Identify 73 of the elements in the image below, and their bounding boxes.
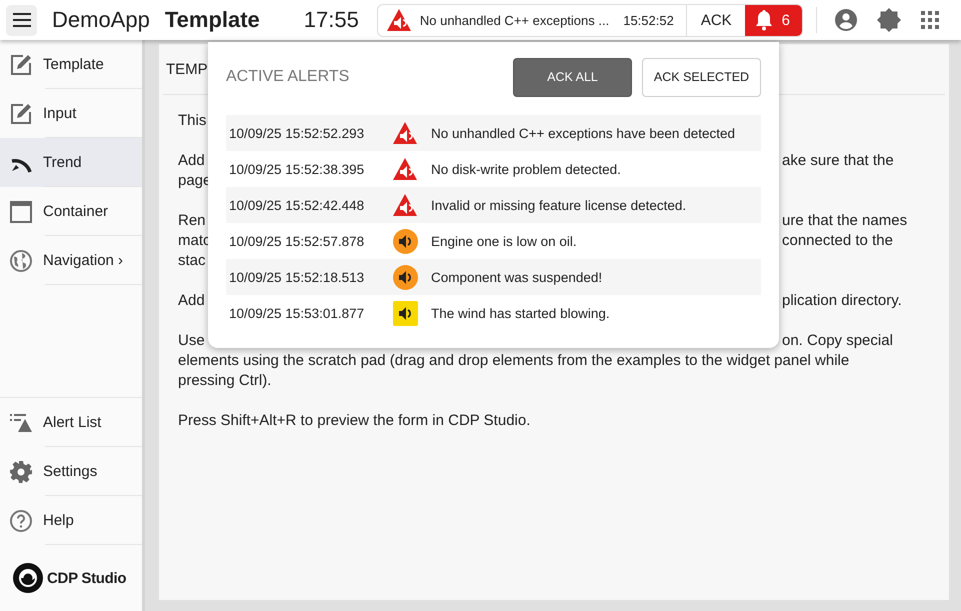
nav-item[interactable]: Alert List — [0, 398, 142, 447]
body-text: plication directory. — [782, 291, 902, 311]
page-title: Template — [164, 7, 260, 33]
alert-time: 10/09/25 15:52:42.448 — [228, 198, 366, 212]
speaker-circle-icon — [392, 228, 418, 254]
edit-icon — [10, 102, 32, 124]
banner-message: No unhandled C++ exceptions ... — [420, 12, 610, 28]
alert-time: 10/09/25 15:53:01.877 — [228, 306, 366, 320]
alert-list-icon — [10, 412, 32, 432]
globe-icon — [10, 250, 32, 272]
banner-time: 15:52:52 — [623, 12, 674, 28]
nav-item[interactable]: Navigation › — [0, 236, 142, 285]
alert-time: 10/09/25 15:52:38.395 — [228, 162, 366, 176]
alert-row[interactable]: 10/09/25 15:52:57.878 Engine one is low on oil. — [226, 223, 761, 259]
alert-time: 10/09/25 15:52:18.513 — [228, 270, 366, 284]
logo-icon — [13, 563, 43, 593]
logo-text: CDP Studio — [47, 570, 126, 586]
body-text: pressing Ctrl). — [178, 372, 272, 389]
body-text: on. Copy special — [782, 331, 893, 351]
body-text: Ren — [178, 211, 206, 231]
nav-item[interactable]: Settings — [0, 447, 142, 496]
speaker-circle-icon — [392, 264, 418, 290]
clock: 17:55 — [304, 7, 359, 33]
ack-selected-button[interactable]: ACK SELECTED — [642, 58, 761, 96]
help-icon — [10, 510, 32, 532]
alarm-triangle-icon — [392, 157, 418, 181]
alert-row[interactable]: 10/09/25 15:52:42.448 Invalid or missing feature license detected. — [226, 187, 761, 223]
alert-message: The wind has started blowing. — [431, 306, 610, 320]
alert-row[interactable]: 10/09/25 15:52:18.513 Component was suspended! — [226, 259, 761, 295]
alert-time: 10/09/25 15:52:57.878 — [228, 234, 366, 248]
body-text: ure that the names — [782, 211, 908, 231]
edit-icon — [10, 54, 32, 76]
body-text: elements using the scratch pad (drag and drop elements from the examples to the widget panel while — [178, 352, 850, 369]
menu-button[interactable] — [6, 4, 37, 36]
nav-item[interactable]: Help — [0, 496, 142, 545]
menu-icon — [12, 13, 30, 27]
alarm-triangle-icon — [392, 121, 418, 145]
body-text: Use — [178, 331, 205, 351]
body-text: Add — [178, 291, 205, 311]
alert-row[interactable]: 10/09/25 15:52:38.395 No disk-write problem detected. — [226, 151, 761, 187]
alert-message: Engine one is low on oil. — [431, 234, 577, 248]
nav-item[interactable]: Container — [0, 187, 142, 236]
body-text: connected to the — [782, 231, 893, 251]
body-text: stac — [178, 252, 206, 269]
settings-icon — [10, 460, 32, 482]
nav-item[interactable]: Template — [0, 40, 142, 89]
alert-message: No disk-write problem detected. — [431, 162, 621, 176]
body-text: Press Shift+Alt+R to preview the form in CDP Studio. — [178, 412, 530, 429]
alert-time: 10/09/25 15:52:52.293 — [228, 126, 366, 140]
alarm-triangle-icon — [392, 193, 418, 217]
card-title: TEMP — [166, 60, 208, 78]
account-icon[interactable] — [835, 9, 858, 31]
alert-banner[interactable]: No unhandled C++ exceptions ... 15:52:52 ACK 6 — [376, 4, 804, 36]
brightness-icon[interactable] — [877, 8, 902, 32]
alarm-triangle-icon — [386, 8, 412, 32]
nav-item[interactable]: Input — [0, 89, 142, 138]
body-text: This — [178, 112, 206, 129]
body-text: ake sure that the — [782, 151, 894, 171]
body-text: Add — [178, 151, 205, 171]
popup-title: ACTIVE ALERTS — [226, 68, 350, 86]
alert-message: Invalid or missing feature license detected. — [431, 198, 686, 212]
alert-count-button[interactable]: 6 — [744, 4, 802, 36]
bell-icon — [754, 9, 774, 31]
alert-row[interactable]: 10/09/25 15:52:52.293 No unhandled C++ exceptions have been detected — [226, 115, 761, 151]
window-icon — [10, 200, 32, 222]
alert-message: Component was suspended! — [431, 270, 602, 284]
nav-item[interactable]: Trend — [0, 138, 142, 187]
ack-all-button[interactable]: ACK ALL — [513, 58, 632, 96]
speaker-square-icon — [392, 300, 418, 326]
apps-grid-icon[interactable] — [921, 11, 940, 29]
app-name: DemoApp — [52, 7, 150, 33]
alert-row[interactable]: 10/09/25 15:53:01.877 The wind has started blowing. — [226, 295, 761, 331]
alert-message: No unhandled C++ exceptions have been detected — [431, 126, 735, 140]
